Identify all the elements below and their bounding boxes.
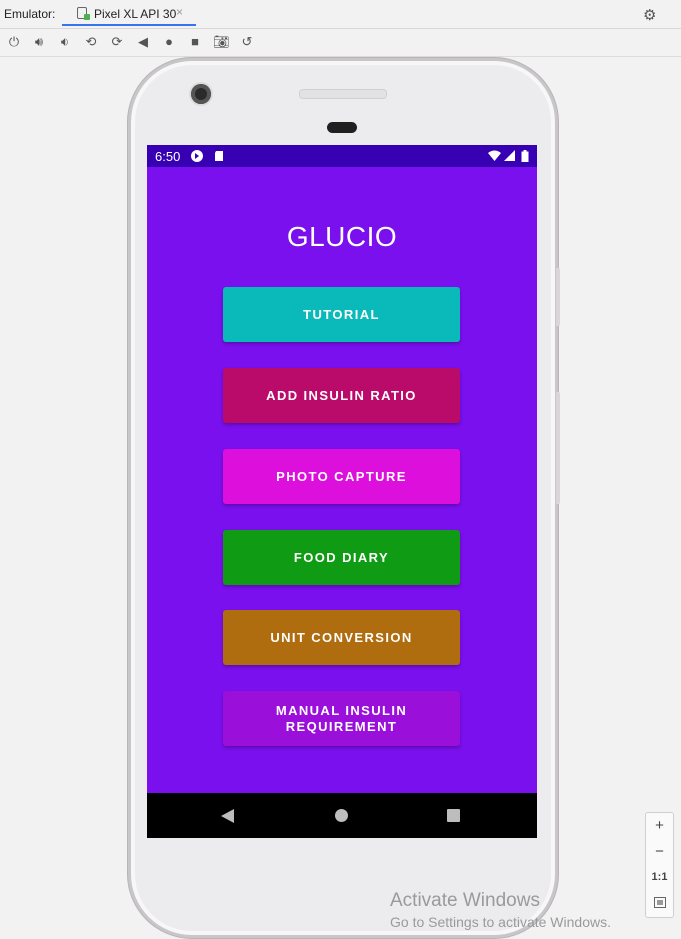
power-button[interactable] <box>556 268 560 326</box>
nav-home-icon[interactable] <box>335 809 348 822</box>
power-icon[interactable]: ⏻ <box>6 34 22 50</box>
emulator-toolbar: ⏻ 🔊︎ 🔉︎ ⟲ ⟳ ◀ ● ■ 📷︎ ↺ <box>0 29 681 57</box>
watermark-subtitle: Go to Settings to activate Windows. <box>390 914 611 930</box>
snapshot-icon[interactable]: ↺ <box>239 34 255 50</box>
front-camera <box>191 84 211 104</box>
device-screen: 6:50 GLUCIO TUTORIAL ADD INSULIN RATIO P… <box>147 145 537 838</box>
back-icon[interactable]: ◀ <box>135 34 151 50</box>
emulator-label: Emulator: <box>4 7 56 21</box>
photo-capture-button[interactable]: PHOTO CAPTURE <box>223 449 460 504</box>
nav-recents-icon[interactable] <box>447 809 460 822</box>
tutorial-button[interactable]: TUTORIAL <box>223 287 460 342</box>
signal-icon <box>504 150 515 161</box>
device-icon <box>77 7 90 20</box>
close-tab-icon[interactable]: × <box>176 5 183 19</box>
watermark-title: Activate Windows <box>390 890 540 911</box>
volume-down-icon[interactable]: 🔉︎ <box>57 34 73 50</box>
earpiece-speaker <box>299 89 387 99</box>
battery-icon <box>521 150 529 162</box>
app-title: GLUCIO <box>286 221 398 252</box>
wifi-icon <box>488 150 501 161</box>
manual-insulin-requirement-button[interactable]: MANUAL INSULIN REQUIREMENT <box>223 691 460 746</box>
proximity-sensor <box>327 122 357 133</box>
gear-icon[interactable]: ⚙ <box>643 6 656 24</box>
zoom-controls: + − 1:1 <box>645 812 674 918</box>
unit-conversion-button[interactable]: UNIT CONVERSION <box>223 610 460 665</box>
rotate-right-icon[interactable]: ⟳ <box>109 34 125 50</box>
rotate-left-icon[interactable]: ⟲ <box>83 34 99 50</box>
tab-title: Pixel XL API 30 <box>94 7 177 21</box>
status-time: 6:50 <box>155 149 181 164</box>
tab-pixel-xl[interactable]: Pixel XL API 30 × <box>62 0 196 26</box>
fit-screen-icon[interactable] <box>646 895 673 912</box>
camera-icon[interactable]: 📷︎ <box>213 34 230 50</box>
home-icon[interactable]: ● <box>161 34 177 50</box>
activate-windows-watermark: Activate Windows Go to Settings to activ… <box>390 890 611 930</box>
zoom-out-button[interactable]: − <box>646 843 673 860</box>
add-insulin-ratio-button[interactable]: ADD INSULIN RATIO <box>223 368 460 423</box>
play-store-notification-icon <box>191 150 203 162</box>
volume-rocker[interactable] <box>556 392 560 504</box>
emulator-titlebar: Emulator: Pixel XL API 30 × ⚙ <box>0 0 681 29</box>
overview-icon[interactable]: ■ <box>187 34 203 50</box>
actual-size-button[interactable]: 1:1 <box>646 871 673 883</box>
food-diary-button[interactable]: FOOD DIARY <box>223 530 460 585</box>
status-bar: 6:50 <box>147 145 537 167</box>
nav-back-icon[interactable] <box>221 809 234 823</box>
zoom-in-button[interactable]: + <box>646 817 673 834</box>
volume-up-icon[interactable]: 🔊︎ <box>31 34 47 50</box>
sd-card-icon <box>215 151 223 161</box>
navigation-bar <box>147 793 537 838</box>
